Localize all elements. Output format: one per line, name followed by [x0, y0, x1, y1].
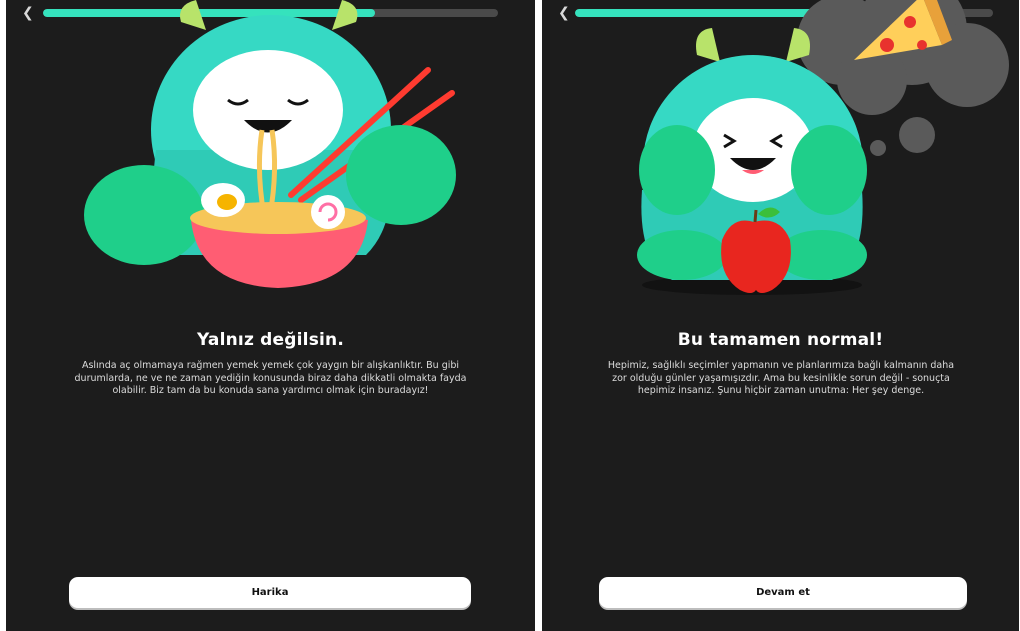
monster-apple-illustration — [637, 0, 1009, 295]
page-title: Yalnız değilsin. — [196, 330, 345, 350]
page-title: Bu tamamen normal! — [677, 330, 884, 350]
monster-ramen-illustration — [84, 0, 456, 288]
onboarding-screen-right: ❮ Bu tamamen normal! Hepimiz, sağlıklı s… — [542, 0, 1019, 631]
onboarding-screen-left: ❮ Yalnız değilsin. Aslında aç olmamaya r… — [6, 0, 535, 631]
description-text: Aslında aç olmamaya rağmen yemek yemek ç… — [74, 360, 467, 396]
harika-button[interactable]: Harika — [69, 577, 471, 608]
devam-et-button[interactable]: Devam et — [599, 577, 967, 608]
description-text: Hepimiz, sağlıklı seçimler yapmanın ve p… — [607, 360, 955, 396]
